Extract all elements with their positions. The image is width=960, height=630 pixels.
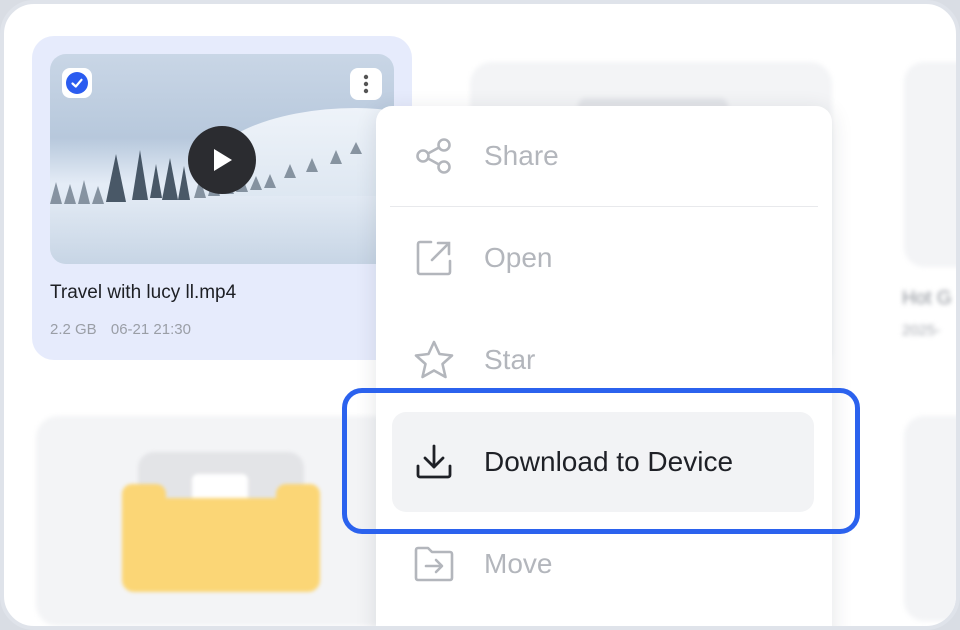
play-button[interactable] xyxy=(188,126,256,194)
menu-divider xyxy=(390,206,818,207)
checkmark-icon xyxy=(66,72,88,94)
menu-item-label: Share xyxy=(484,140,559,171)
move-folder-icon xyxy=(412,542,456,586)
background-file-card-right xyxy=(904,62,956,267)
file-name: Travel with lucy ll.mp4 xyxy=(50,282,237,303)
video-file-card[interactable]: Travel with lucy ll.mp4 2.2 GB 06-21 21:… xyxy=(32,36,412,360)
open-external-icon xyxy=(412,236,456,280)
selected-checkbox[interactable] xyxy=(62,68,92,98)
folder-icon xyxy=(122,452,320,592)
menu-item-open[interactable]: Open xyxy=(376,218,832,298)
kebab-menu-icon xyxy=(363,74,369,94)
background-file-card-bottom-right xyxy=(904,416,956,621)
menu-item-move[interactable]: Move xyxy=(376,524,832,604)
star-icon xyxy=(412,338,456,382)
highlight-outline xyxy=(342,388,860,534)
menu-item-label: Star xyxy=(484,344,536,375)
play-icon xyxy=(214,149,232,171)
background-file-meta: 2025- xyxy=(902,322,941,339)
menu-item-label: Open xyxy=(484,242,553,273)
share-icon xyxy=(412,134,456,178)
background-file-title: Hot G xyxy=(902,288,952,309)
menu-item-label: Move xyxy=(484,548,553,579)
context-menu: Share Open Star Move xyxy=(376,106,832,626)
file-size: 2.2 GB xyxy=(50,321,97,338)
video-thumbnail[interactable] xyxy=(50,54,394,264)
more-options-button[interactable] xyxy=(350,68,382,100)
file-date: 06-21 21:30 xyxy=(110,321,191,338)
menu-item-share[interactable]: Share xyxy=(376,116,832,196)
screen-frame: Hot G 2025- Travel with lucy ll.mp4 2.2 … xyxy=(0,0,960,630)
file-meta: 2.2 GB 06-21 21:30 xyxy=(50,321,201,338)
